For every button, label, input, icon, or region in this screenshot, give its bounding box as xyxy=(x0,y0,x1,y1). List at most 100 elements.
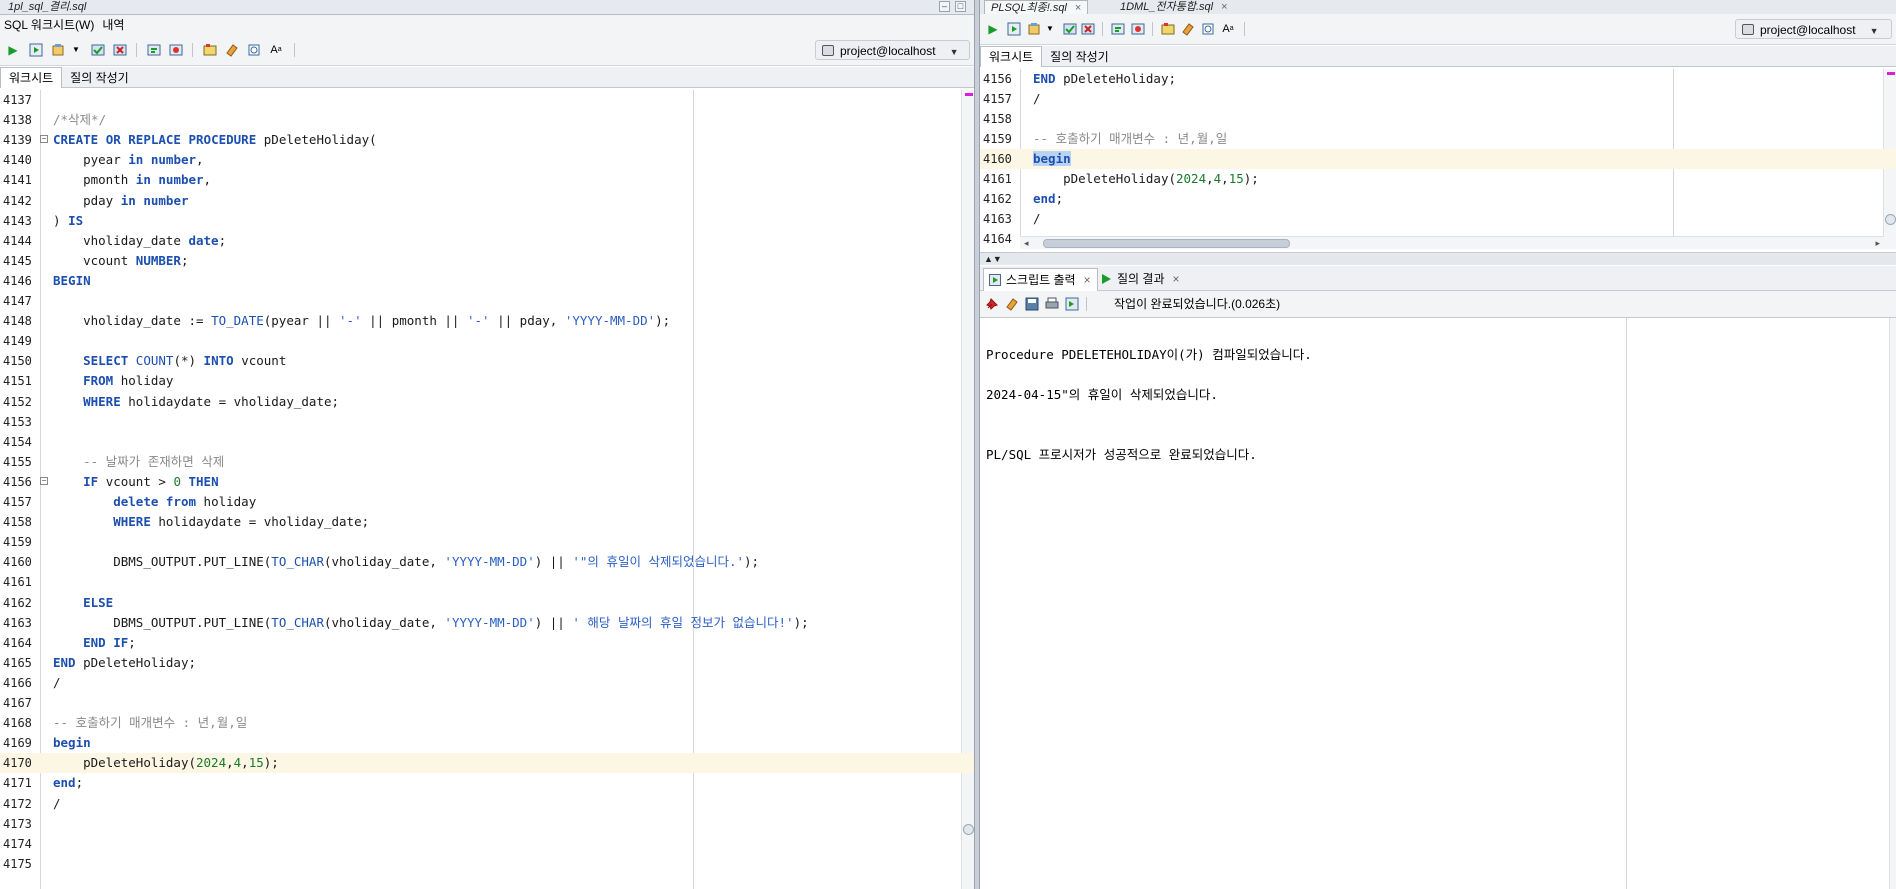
code-line[interactable]: 4150 SELECT COUNT(*) INTO vcount xyxy=(0,351,974,371)
export-icon[interactable] xyxy=(1064,296,1080,312)
code-line[interactable]: 4144 vholiday_date date; xyxy=(0,231,974,251)
tab-query-builder[interactable]: 질의 작성기 xyxy=(1042,47,1117,67)
clear-eraser-icon[interactable] xyxy=(1180,21,1196,37)
code-line[interactable]: 4174 xyxy=(0,834,974,854)
code-line[interactable]: 4162 end; xyxy=(980,189,1896,209)
code-line[interactable]: 4158 xyxy=(980,109,1896,129)
code-line[interactable]: 4154 xyxy=(0,432,974,452)
code-line[interactable]: 4159 -- 호출하기 매개변수 : 년,월,일 xyxy=(980,129,1896,149)
close-icon[interactable]: × xyxy=(1084,273,1091,287)
menu-history[interactable]: 내역 xyxy=(98,15,128,35)
code-line[interactable]: 4155 -- 날짜가 존재하면 삭제 xyxy=(0,452,974,472)
commit-icon[interactable] xyxy=(1062,21,1078,37)
left-document-tab[interactable]: 1pl_sql_결리.sql xyxy=(2,0,92,14)
tab-query-result[interactable]: 질의 결과 × xyxy=(1095,268,1186,290)
menu-sql-worksheet[interactable]: SQL 워크시트(W) xyxy=(0,15,98,35)
document-tab-plsql[interactable]: PLSQL최종!.sql × xyxy=(984,0,1089,15)
run-statement-icon[interactable]: ▶ xyxy=(5,42,21,58)
code-line[interactable]: 4137 xyxy=(0,90,974,110)
code-line[interactable]: 4173 xyxy=(0,814,974,834)
code-line[interactable]: 4159 xyxy=(0,532,974,552)
code-line[interactable]: 4158 WHERE holidaydate = vholiday_date; xyxy=(0,512,974,532)
code-line[interactable]: 4149 xyxy=(0,331,974,351)
dropdown-chevron-icon[interactable]: ▼ xyxy=(68,42,84,58)
fold-toggle-icon[interactable]: − xyxy=(40,135,48,144)
code-line[interactable]: 4145 vcount NUMBER; xyxy=(0,251,974,271)
run-statement-icon[interactable]: ▶ xyxy=(985,21,1001,37)
close-icon[interactable]: × xyxy=(1075,2,1081,14)
clear-output-icon[interactable] xyxy=(1004,296,1020,312)
code-line[interactable]: 4164 END IF; xyxy=(0,633,974,653)
print-icon[interactable] xyxy=(1044,296,1060,312)
commit-icon[interactable] xyxy=(90,42,106,58)
document-tab-dml[interactable]: 1DML_전자통합.sql × xyxy=(1114,0,1234,14)
format-sql-icon[interactable]: Aa xyxy=(1220,21,1236,37)
save-output-icon[interactable] xyxy=(1024,296,1040,312)
code-line[interactable]: 4152 WHERE holidaydate = vholiday_date; xyxy=(0,392,974,412)
sql-tuning-icon[interactable] xyxy=(1130,21,1146,37)
minimize-icon[interactable]: – xyxy=(939,1,950,12)
code-line[interactable]: 4167 xyxy=(0,693,974,713)
code-line[interactable]: 4139− CREATE OR REPLACE PROCEDURE pDelete… xyxy=(0,130,974,150)
explain-plan-icon[interactable] xyxy=(1110,21,1126,37)
code-line[interactable]: 4160 DBMS_OUTPUT.PUT_LINE(TO_CHAR(vholid… xyxy=(0,552,974,572)
right-code-editor[interactable]: ◂ ▸ 4156 END pDeleteHoliday; 4157/4158 4159… xyxy=(980,69,1896,249)
code-line[interactable]: 4148 vholiday_date := TO_DATE(pyear || '… xyxy=(0,311,974,331)
code-line[interactable]: 4170 pDeleteHoliday(2024,4,15); xyxy=(0,753,974,774)
code-line[interactable]: 4164 xyxy=(980,229,1896,249)
sql-monitor-icon[interactable] xyxy=(202,42,218,58)
clear-eraser-icon[interactable] xyxy=(224,42,240,58)
code-line[interactable]: 4168 -- 호출하기 매개변수 : 년,월,일 xyxy=(0,713,974,733)
rollback-icon[interactable] xyxy=(112,42,128,58)
code-line[interactable]: 4140 pyear in number, xyxy=(0,150,974,170)
code-line[interactable]: 4142 pday in number xyxy=(0,191,974,211)
sql-tuning-icon[interactable] xyxy=(168,42,184,58)
code-line[interactable]: 4147 xyxy=(0,291,974,311)
sql-monitor-icon[interactable] xyxy=(1160,21,1176,37)
code-line[interactable]: 4141 pmonth in number, xyxy=(0,170,974,190)
format-sql-icon[interactable]: Aa xyxy=(268,42,284,58)
connection-selector[interactable]: project@localhost ▼ xyxy=(1735,19,1892,39)
code-line[interactable]: 4172 / xyxy=(0,794,974,814)
code-line[interactable]: 4156 END pDeleteHoliday; xyxy=(980,69,1896,89)
explain-plan-icon[interactable] xyxy=(146,42,162,58)
close-icon[interactable]: × xyxy=(1221,1,1227,13)
close-icon[interactable]: × xyxy=(1173,272,1180,286)
code-line[interactable]: 4162 ELSE xyxy=(0,593,974,613)
connection-selector[interactable]: project@localhost ▼ xyxy=(815,40,970,60)
code-line[interactable]: 4161 pDeleteHoliday(2024,4,15); xyxy=(980,169,1896,189)
editor-output-splitter[interactable]: ▲▼ xyxy=(980,252,1896,265)
code-line[interactable]: 4166 / xyxy=(0,673,974,693)
tab-script-output[interactable]: 스크립트 출력 × xyxy=(983,268,1098,291)
code-line[interactable]: 4156− IF vcount > 0 THEN xyxy=(0,472,974,492)
tab-query-builder[interactable]: 질의 작성기 xyxy=(62,68,137,88)
run-script-icon[interactable] xyxy=(1006,21,1022,37)
code-line[interactable]: 4157 / xyxy=(980,89,1896,109)
dropdown-chevron-icon[interactable]: ▼ xyxy=(1042,21,1058,37)
code-line[interactable]: 4165 END pDeleteHoliday; xyxy=(0,653,974,673)
code-line[interactable]: 4169 begin xyxy=(0,733,974,753)
autotrace-icon[interactable] xyxy=(1026,21,1042,37)
code-line[interactable]: 4153 xyxy=(0,412,974,432)
code-line[interactable]: 4138 /*삭제*/ xyxy=(0,110,974,130)
code-line[interactable]: 4146 BEGIN xyxy=(0,271,974,291)
autotrace-icon[interactable] xyxy=(50,42,66,58)
history-icon[interactable] xyxy=(1200,21,1216,37)
code-line[interactable]: 4163 DBMS_OUTPUT.PUT_LINE(TO_CHAR(vholid… xyxy=(0,613,974,633)
maximize-icon[interactable]: □ xyxy=(955,1,966,12)
code-line[interactable]: 4151 FROM holiday xyxy=(0,371,974,391)
tab-worksheet[interactable]: 워크시트 xyxy=(980,46,1043,67)
code-line[interactable]: 4143) IS xyxy=(0,211,974,231)
code-line[interactable]: 4160 begin xyxy=(980,149,1896,169)
rollback-icon[interactable] xyxy=(1080,21,1096,37)
run-script-icon[interactable] xyxy=(28,42,44,58)
tab-worksheet[interactable]: 워크시트 xyxy=(0,67,63,88)
history-icon[interactable] xyxy=(246,42,262,58)
code-line[interactable]: 4171 end; xyxy=(0,773,974,793)
code-line[interactable]: 4163 / xyxy=(980,209,1896,229)
left-code-editor[interactable]: 4137 4138/*삭제*/4139− CREATE OR REPLACE PRO… xyxy=(0,90,974,889)
code-line[interactable]: 4161 xyxy=(0,572,974,592)
pin-icon[interactable] xyxy=(984,296,1000,312)
code-line[interactable]: 4157 delete from holiday xyxy=(0,492,974,512)
code-line[interactable]: 4175 xyxy=(0,854,974,874)
